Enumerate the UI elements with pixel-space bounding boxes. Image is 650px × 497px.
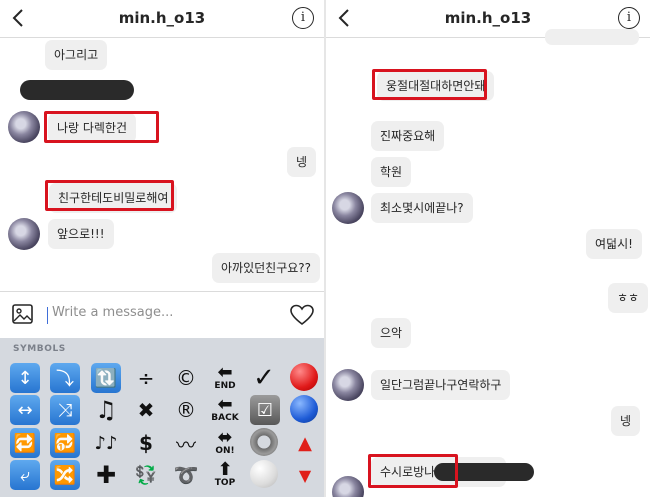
avatar[interactable] <box>332 192 364 224</box>
message-bubble-sent: 아까있던친구요?? <box>212 253 321 283</box>
emoji-key-check-box[interactable]: ☑ <box>250 395 280 425</box>
emoji-key-music-notes[interactable]: ♫ <box>91 395 121 425</box>
cropped-message-bubble <box>545 29 639 45</box>
emoji-key-top-arrow[interactable]: ⬆ TOP <box>210 460 240 490</box>
image-icon[interactable] <box>12 304 33 324</box>
avatar[interactable] <box>8 218 40 250</box>
message-bubble: 으악 <box>371 318 412 348</box>
emoji-key-musical-notes[interactable]: ♪♪ <box>91 428 121 458</box>
chat-title[interactable]: min.h_o13 <box>326 9 650 27</box>
emoji-key-divide[interactable]: ÷ <box>131 363 161 393</box>
emoji-key-registered[interactable]: ® <box>171 395 201 425</box>
emoji-key-on-arrow[interactable]: ⬌ ON! <box>210 428 240 458</box>
emoji-key-up-down-arrow[interactable]: ↕ <box>10 363 40 393</box>
emoji-key-curly-loop[interactable]: ➰ <box>171 460 201 490</box>
keyboard-section-label: SYMBOLS <box>13 344 66 354</box>
heart-icon[interactable] <box>290 304 314 326</box>
highlight-box <box>368 454 458 488</box>
message-bubble: 앞으로!!! <box>48 219 114 249</box>
avatar[interactable] <box>332 369 364 401</box>
info-icon[interactable]: i <box>292 7 314 29</box>
avatar[interactable] <box>332 476 364 497</box>
highlight-box <box>45 180 174 211</box>
emoji-key-plus[interactable]: ✚ <box>91 460 121 490</box>
emoji-key-back-arrow[interactable]: ⬅ BACK <box>210 395 240 425</box>
emoji-key-twisted-arrows[interactable]: 🔀 <box>50 460 80 490</box>
emoji-key-repeat[interactable]: 🔁 <box>10 428 40 458</box>
message-input[interactable]: Write a message... <box>52 305 173 320</box>
message-bubble-sent: 넹 <box>611 406 641 436</box>
emoji-key-dollar[interactable]: $ <box>131 428 161 458</box>
emoji-key-white-circle[interactable]: ● <box>250 460 278 488</box>
chat-title[interactable]: min.h_o13 <box>0 9 324 27</box>
highlight-box <box>372 69 487 100</box>
message-bubble: 최소몇시에끝나? <box>371 193 473 223</box>
text-caret <box>47 307 48 324</box>
info-icon[interactable]: i <box>618 7 640 29</box>
emoji-key-red-triangle-up[interactable]: ▲ <box>290 428 320 458</box>
avatar[interactable] <box>8 111 40 143</box>
message-bubble-sent: 여덟시! <box>586 229 642 259</box>
emoji-key-end-arrow[interactable]: ⬅ END <box>210 363 240 393</box>
emoji-key-blue-circle[interactable]: ● <box>290 395 318 423</box>
message-bubble: 학원 <box>371 157 412 187</box>
emoji-key-shuffle[interactable]: ⤨ <box>50 395 80 425</box>
emoji-key-check-mark[interactable]: ✓ <box>249 363 279 393</box>
message-bubble: 진짜중요해 <box>371 121 445 151</box>
emoji-key-down-curve-arrow[interactable]: ⤵ <box>50 363 80 393</box>
message-bubble: 아그리고 <box>45 40 108 70</box>
emoji-key-copyright[interactable]: © <box>171 363 201 393</box>
chat-header: min.h_o13 i <box>0 0 324 38</box>
message-bubble-sent: ㅎㅎ <box>608 283 649 313</box>
redacted-message <box>20 80 134 100</box>
emoji-key-return-arrow[interactable]: ⤶ <box>10 460 40 490</box>
emoji-key-currency-exchange[interactable]: 💱 <box>131 460 161 490</box>
message-bubble-sent: 넹 <box>287 147 317 177</box>
message-composer: Write a message... <box>0 291 324 338</box>
emoji-key-wavy-dash[interactable]: 〰 <box>171 428 201 458</box>
emoji-key-multiply[interactable]: ✖ <box>131 395 161 425</box>
emoji-key-radio-button[interactable]: ◉ <box>250 428 278 456</box>
right-chat-screen: min.h_o13 i 웅절대절대하면안돼 진짜중요해 학원 최소몇시에끝나? … <box>326 0 650 497</box>
left-chat-screen: min.h_o13 i 아그리고 나랑 다렉한건 넹 친구한테도비밀로해여 앞으… <box>0 0 324 497</box>
emoji-key-left-right-arrow[interactable]: ↔ <box>10 395 40 425</box>
emoji-key-red-triangle-down[interactable]: ▼ <box>290 460 320 490</box>
emoji-key-red-circle[interactable]: ● <box>290 363 318 391</box>
message-bubble: 일단그럼끝나구연락하구 <box>371 370 511 400</box>
emoji-key-clockwise-arrows[interactable]: 🔃 <box>91 363 121 393</box>
emoji-key-repeat-one[interactable]: 🔂 <box>50 428 80 458</box>
highlight-box <box>44 111 159 143</box>
emoji-keyboard: SYMBOLS ↕ ⤵ 🔃 ÷ © ⬅END ✓ ● ↔ ⤨ ♫ ✖ ® ⬅BA… <box>0 338 324 497</box>
